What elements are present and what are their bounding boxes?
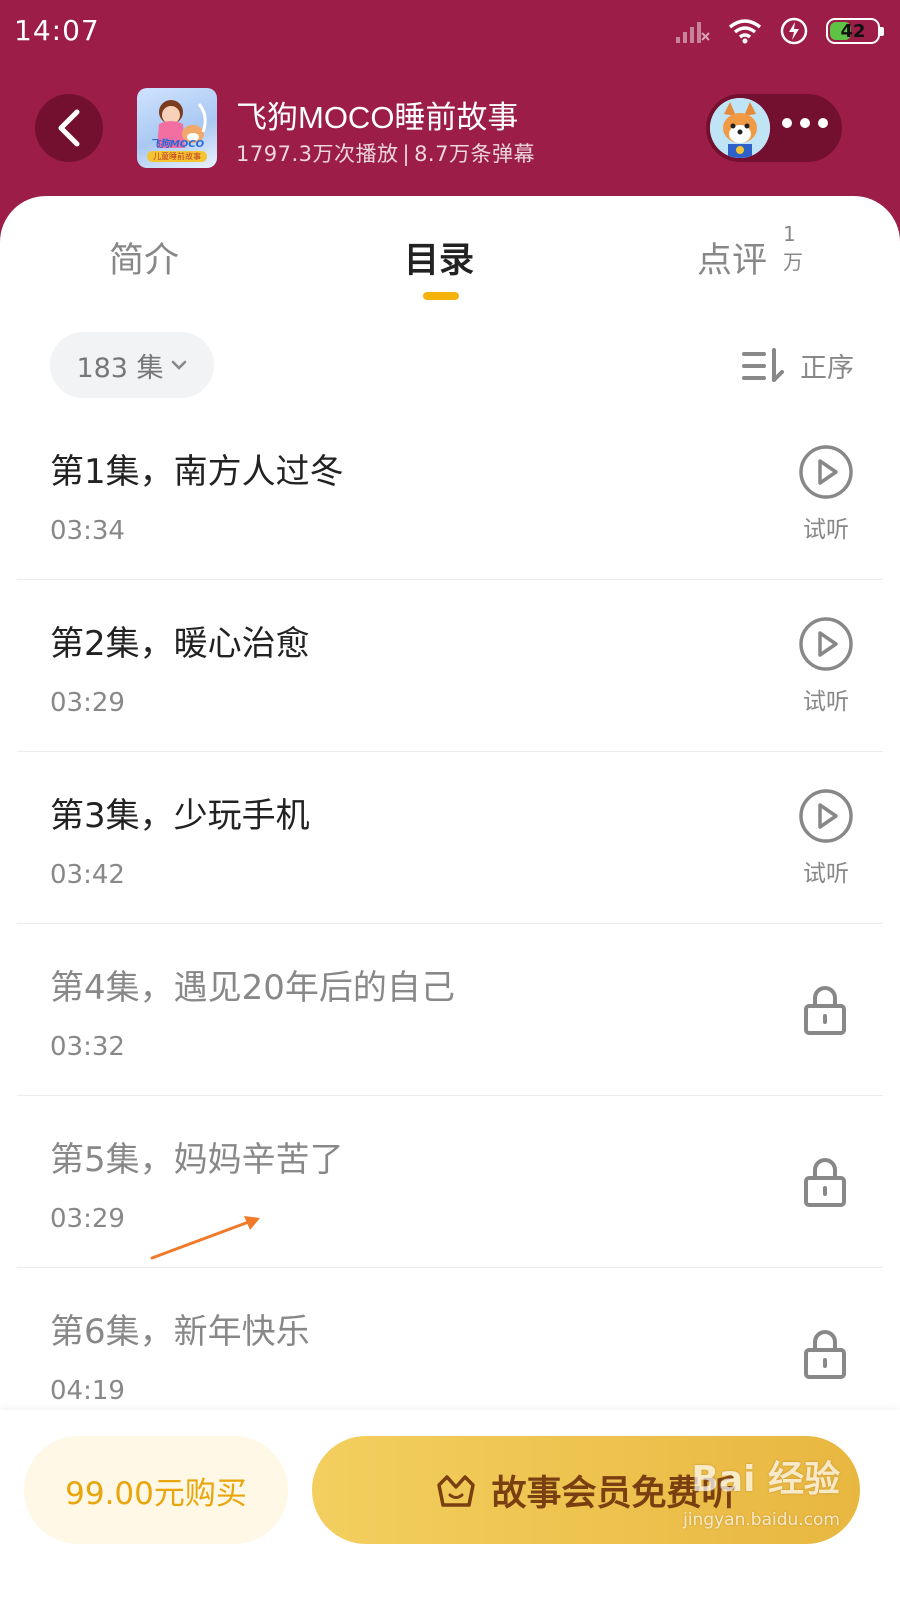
- signal-icon: [676, 22, 710, 43]
- episode-title: 第3集，少玩手机: [50, 796, 310, 836]
- play-circle-icon: [799, 789, 853, 843]
- corgi-avatar-icon: [710, 98, 770, 158]
- try-listen-label: 试听: [803, 861, 849, 887]
- watermark-url: jingyan.baidu.com: [683, 1510, 840, 1530]
- tab-bar: 简介 目录 点评 1万: [0, 196, 900, 316]
- active-tab-indicator: [423, 292, 459, 300]
- tab-review-label: 点评: [697, 241, 768, 281]
- episode-duration: 04:19: [50, 1376, 125, 1406]
- episode-item[interactable]: 第2集，暖心治愈 03:29 试听: [17, 580, 883, 752]
- status-icons: 42: [676, 14, 884, 48]
- album-title: 飞狗MOCO睡前故事: [236, 100, 519, 135]
- chevron-down-icon: [171, 360, 186, 370]
- content-card: 简介 目录 点评 1万 183 集 正序 第1集，南方人过冬 03:34 试听 …: [0, 196, 900, 1600]
- album-stats: 1797.3万次播放 | 8.7万条弹幕: [236, 138, 535, 168]
- try-listen-label: 试听: [803, 517, 849, 543]
- sort-label: 正序: [800, 353, 854, 384]
- watermark-main: Bai 经验: [691, 1459, 840, 1500]
- episode-duration: 03:34: [50, 516, 125, 546]
- episode-title: 第1集，南方人过冬: [50, 452, 344, 492]
- try-listen-button[interactable]: 试听: [791, 616, 861, 716]
- album-cover: 飞狗MOCO 儿童睡前故事: [137, 88, 217, 168]
- header-actions-pill: [706, 94, 842, 162]
- tab-catalog[interactable]: 目录: [404, 232, 474, 283]
- chevron-left-icon: [58, 109, 80, 147]
- lock-icon: [804, 1330, 846, 1379]
- charging-icon: [780, 17, 808, 45]
- episode-duration: 03:32: [50, 1032, 125, 1062]
- episode-title: 第2集，暖心治愈: [50, 624, 310, 664]
- episode-item[interactable]: 第5集，妈妈辛苦了 03:29: [17, 1096, 883, 1268]
- try-listen-button[interactable]: 试听: [791, 788, 861, 888]
- danmaku-count: 8.7万条弹幕: [414, 142, 535, 166]
- buy-button[interactable]: 99.00元购买: [24, 1436, 288, 1544]
- lock-icon: [804, 986, 846, 1035]
- battery-icon: 42: [826, 18, 884, 44]
- sort-button[interactable]: 正序: [740, 346, 854, 385]
- episode-item[interactable]: 第1集，南方人过冬 03:34 试听: [17, 408, 883, 580]
- episode-duration: 03:29: [50, 688, 125, 718]
- episode-title: 第4集，遇见20年后的自己: [50, 968, 455, 1008]
- episode-list: 第1集，南方人过冬 03:34 试听 第2集，暖心治愈 03:29 试听 第3集…: [0, 408, 900, 1440]
- lock-icon: [804, 1158, 846, 1207]
- play-circle-icon: [799, 617, 853, 671]
- status-bar: 14:07 42: [0, 0, 900, 62]
- tab-review[interactable]: 点评 1万: [697, 222, 803, 283]
- episode-count-label: 183 集: [76, 352, 164, 384]
- episode-item[interactable]: 第4集，遇见20年后的自己 03:32: [17, 924, 883, 1096]
- avatar[interactable]: [710, 98, 770, 158]
- wifi-icon: [728, 19, 762, 44]
- episode-duration: 03:29: [50, 1204, 125, 1234]
- review-count-badge: 1万: [783, 222, 803, 274]
- stats-separator: |: [402, 142, 411, 166]
- episode-range-dropdown[interactable]: 183 集: [50, 332, 214, 398]
- crown-basket-icon: [437, 1475, 476, 1507]
- back-button[interactable]: [35, 94, 103, 162]
- sort-icon: [742, 347, 784, 382]
- cover-logo-text: 飞狗MOCO: [149, 139, 205, 150]
- play-count: 1797.3万次播放: [236, 142, 399, 166]
- battery-level: 42: [840, 20, 866, 42]
- status-time: 14:07: [14, 14, 100, 47]
- more-icon[interactable]: [782, 118, 828, 128]
- watermark: Bai 经验 jingyan.baidu.com: [660, 1450, 860, 1550]
- annotation-arrow-icon: [150, 1216, 260, 1260]
- episode-duration: 03:42: [50, 860, 125, 890]
- try-listen-button[interactable]: 试听: [791, 444, 861, 544]
- try-listen-label: 试听: [803, 689, 849, 715]
- episode-title: 第5集，妈妈辛苦了: [50, 1140, 344, 1180]
- episode-title: 第6集，新年快乐: [50, 1312, 310, 1352]
- episode-item[interactable]: 第3集，少玩手机 03:42 试听: [17, 752, 883, 924]
- cover-logo-sub: 儿童睡前故事: [147, 151, 207, 162]
- play-circle-icon: [799, 445, 853, 499]
- tab-intro[interactable]: 简介: [109, 232, 179, 283]
